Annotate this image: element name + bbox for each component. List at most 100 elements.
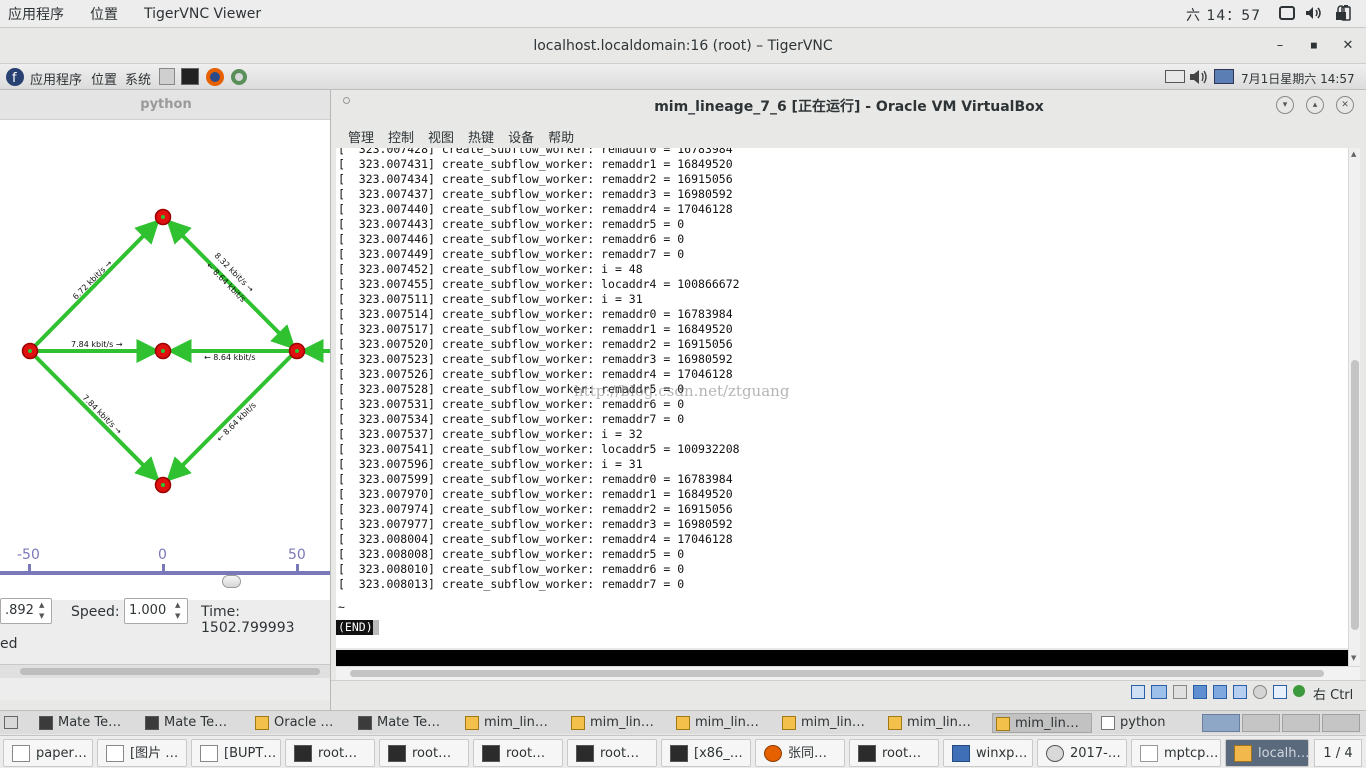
vnc-close-button[interactable]: ✕ bbox=[1338, 36, 1358, 56]
host-task-2[interactable]: [BUPT… bbox=[191, 739, 281, 767]
shared-folder-icon[interactable] bbox=[1173, 685, 1187, 699]
host-task-12[interactable]: mptcp… bbox=[1131, 739, 1221, 767]
speed-spinbox[interactable]: 1.000 ▲ ▼ bbox=[124, 598, 188, 624]
vbox-maximize-icon[interactable]: ▴ bbox=[1306, 96, 1324, 114]
network-tool-icon[interactable] bbox=[229, 67, 249, 87]
vnc-window-title: localhost.localdomain:16 (root) – TigerV… bbox=[533, 38, 833, 54]
console-hscroll-thumb[interactable] bbox=[350, 670, 1324, 677]
menu-help[interactable]: 帮助 bbox=[541, 127, 581, 146]
guest-console[interactable]: [ 323.007428] create_subflow_worker: rem… bbox=[336, 148, 1348, 648]
menu-control[interactable]: 控制 bbox=[381, 127, 421, 146]
mouse-integration-icon[interactable] bbox=[1273, 685, 1287, 699]
host-task-0[interactable]: paper… bbox=[3, 739, 93, 767]
vnc-minimize-button[interactable]: – bbox=[1270, 36, 1290, 56]
guest-task-8[interactable]: mim_lin… bbox=[885, 713, 985, 733]
host-task-4[interactable]: root… bbox=[379, 739, 469, 767]
workspace-2[interactable] bbox=[1242, 714, 1280, 732]
firefox-icon[interactable] bbox=[205, 67, 225, 87]
optical-drive-icon[interactable] bbox=[1131, 685, 1145, 699]
window-menu-icon[interactable] bbox=[343, 97, 350, 104]
host-task-11[interactable]: 2017-… bbox=[1037, 739, 1127, 767]
spinbox-arrows-icon[interactable]: ▲ ▼ bbox=[175, 600, 185, 622]
applications-menu[interactable]: 应用程序 bbox=[0, 4, 72, 24]
host-task-1[interactable]: [图片 … bbox=[97, 739, 187, 767]
host-task-6[interactable]: root… bbox=[567, 739, 657, 767]
console-vscrollbar[interactable]: ▲ ▼ bbox=[1348, 148, 1360, 666]
guest-applications-menu[interactable]: 应用程序 bbox=[30, 69, 82, 88]
network-graph-canvas[interactable]: 6.72 kbit/s → 8.32 kbit/s → ← 8.64 kbit/… bbox=[0, 120, 332, 572]
terminal-icon[interactable] bbox=[181, 68, 199, 85]
vbox-minimize-icon[interactable]: ▾ bbox=[1276, 96, 1294, 114]
vbox-close-icon[interactable]: ✕ bbox=[1336, 96, 1354, 114]
host-task-label: winxp… bbox=[976, 746, 1028, 761]
host-task-7[interactable]: [x86_… bbox=[661, 739, 751, 767]
timeline-slider-handle[interactable] bbox=[222, 575, 241, 588]
text-editor-icon[interactable] bbox=[159, 68, 175, 85]
host-task-8[interactable]: 张同… bbox=[755, 739, 845, 767]
python-hscrollbar[interactable] bbox=[0, 664, 332, 678]
guest-datetime[interactable]: 7月1日星期六 14:57 bbox=[1241, 70, 1355, 87]
spinbox-arrows-icon[interactable]: ▲ ▼ bbox=[39, 600, 49, 622]
guest-task-7[interactable]: mim_lin… bbox=[779, 713, 879, 733]
guest-system-menu[interactable]: 系统 bbox=[125, 69, 151, 88]
graph-edges bbox=[28, 219, 332, 482]
menu-hotkeys[interactable]: 热键 bbox=[461, 127, 501, 146]
guest-task-label: Oracle … bbox=[274, 715, 334, 730]
guest-volume-icon[interactable] bbox=[1189, 68, 1209, 86]
host-task-5[interactable]: root… bbox=[473, 739, 563, 767]
workspace-4[interactable] bbox=[1322, 714, 1360, 732]
menu-manage[interactable]: 管理 bbox=[341, 127, 381, 146]
python-hscroll-thumb[interactable] bbox=[20, 668, 320, 675]
guest-task-label: mim_lin… bbox=[907, 715, 971, 730]
workspace-1[interactable] bbox=[1202, 714, 1240, 732]
keyboard-capture-icon[interactable] bbox=[1293, 685, 1305, 697]
host-task-3[interactable]: root… bbox=[285, 739, 375, 767]
time-label: Time: 1502.799993 bbox=[201, 604, 295, 636]
console-vscroll-thumb[interactable] bbox=[1351, 360, 1359, 630]
network-graph: 6.72 kbit/s → 8.32 kbit/s → ← 8.64 kbit/… bbox=[21, 208, 332, 494]
cpu-icon[interactable] bbox=[1253, 685, 1267, 699]
fedora-logo-icon[interactable]: f bbox=[5, 67, 25, 87]
places-menu[interactable]: 位置 bbox=[82, 4, 126, 24]
first-spinbox[interactable]: .892 ▲ ▼ bbox=[0, 598, 52, 624]
workspace-3[interactable] bbox=[1282, 714, 1320, 732]
console-line: [ 323.007523] create_subflow_worker: rem… bbox=[338, 352, 733, 366]
console-line: [ 323.007449] create_subflow_worker: rem… bbox=[338, 247, 685, 261]
usb-icon[interactable] bbox=[1213, 685, 1227, 699]
console-line: [ 323.007446] create_subflow_worker: rem… bbox=[338, 232, 685, 246]
workspace-indicator[interactable]: 1 / 4 bbox=[1314, 739, 1362, 767]
host-task-13[interactable]: localh… bbox=[1225, 739, 1309, 767]
guest-task-4[interactable]: mim_lin… bbox=[462, 713, 562, 733]
network-icon[interactable] bbox=[1214, 69, 1234, 84]
guest-task-5[interactable]: mim_lin… bbox=[568, 713, 668, 733]
guest-task-9[interactable]: mim_lin… bbox=[992, 713, 1092, 733]
guest-task-6[interactable]: mim_lin… bbox=[673, 713, 773, 733]
console-hscrollbar[interactable] bbox=[336, 666, 1360, 680]
host-task-label: paper… bbox=[36, 746, 87, 761]
display-icon[interactable] bbox=[1193, 685, 1207, 699]
guest-task-3[interactable]: Mate Te… bbox=[355, 713, 455, 733]
scroll-down-arrow-icon[interactable]: ▼ bbox=[1351, 654, 1356, 662]
guest-task-1[interactable]: Mate Te… bbox=[142, 713, 242, 733]
scroll-up-arrow-icon[interactable]: ▲ bbox=[1351, 150, 1356, 158]
vnc-maximize-button[interactable]: ◼ bbox=[1304, 36, 1324, 56]
screen-icon[interactable] bbox=[1279, 5, 1295, 21]
host-task-10[interactable]: winxp… bbox=[943, 739, 1033, 767]
keyboard-icon[interactable] bbox=[1165, 70, 1185, 83]
status-text-fragment: ed bbox=[0, 636, 18, 652]
recording-icon[interactable] bbox=[1233, 685, 1247, 699]
menu-devices[interactable]: 设备 bbox=[501, 127, 541, 146]
volume-icon[interactable] bbox=[1305, 5, 1321, 21]
active-app-menu[interactable]: TigerVNC Viewer bbox=[136, 6, 269, 22]
svg-text:f: f bbox=[12, 71, 17, 86]
clock[interactable]: 六 14：57 bbox=[1186, 5, 1261, 25]
network-adapter-icon[interactable] bbox=[1151, 685, 1167, 699]
show-desktop-icon[interactable] bbox=[4, 716, 18, 729]
host-task-9[interactable]: root… bbox=[849, 739, 939, 767]
guest-task-2[interactable]: Oracle … bbox=[252, 713, 352, 733]
guest-places-menu[interactable]: 位置 bbox=[91, 69, 117, 88]
battery-icon[interactable] bbox=[1338, 5, 1354, 21]
guest-task-0[interactable]: Mate Te… bbox=[36, 713, 136, 733]
menu-view[interactable]: 视图 bbox=[421, 127, 461, 146]
guest-task-10[interactable]: python bbox=[1098, 713, 1198, 733]
